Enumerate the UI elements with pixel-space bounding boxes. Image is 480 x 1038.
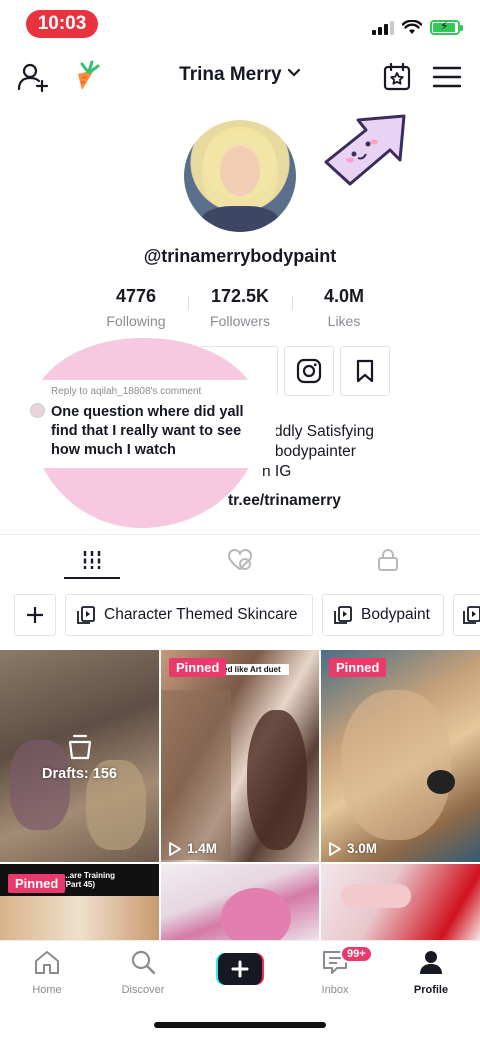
video-tile[interactable]: Pinned 3.0M bbox=[321, 650, 480, 862]
pinned-badge: Pinned bbox=[8, 874, 66, 893]
add-playlist-button[interactable] bbox=[14, 594, 56, 636]
video-tile-drafts[interactable]: Drafts: 156 bbox=[0, 650, 159, 862]
wifi-icon bbox=[402, 20, 422, 34]
nav-profile[interactable]: Profile bbox=[396, 949, 466, 996]
status-icons: ⚡ bbox=[372, 19, 463, 35]
bio-line: n bodypainter bbox=[262, 443, 356, 460]
nav-label: Profile bbox=[413, 984, 449, 996]
stat-likes[interactable]: 4.0M Likes bbox=[292, 286, 396, 329]
home-indicator bbox=[154, 1022, 326, 1028]
plus-icon bbox=[27, 607, 43, 623]
battery-icon: ⚡ bbox=[430, 19, 463, 35]
video-caption: ...are Training (Part 45) bbox=[63, 871, 116, 889]
active-tab-indicator bbox=[64, 577, 120, 579]
tab-liked[interactable] bbox=[210, 540, 270, 580]
grid-icon bbox=[83, 551, 101, 569]
reply-comment-text: One question where did yall find that I … bbox=[51, 404, 244, 458]
nav-discover[interactable]: Discover bbox=[108, 949, 178, 996]
nav-label: Discover bbox=[121, 984, 165, 996]
stat-following[interactable]: 4776 Following bbox=[84, 286, 188, 329]
profile-stats: 4776 Following 172.5K Followers 4.0M Lik… bbox=[84, 286, 396, 329]
chevron-down-icon bbox=[287, 68, 300, 77]
drafts-icon bbox=[68, 734, 92, 760]
search-icon bbox=[131, 950, 156, 975]
menu-icon[interactable] bbox=[432, 64, 462, 90]
instagram-button[interactable] bbox=[284, 346, 334, 396]
username: @trinamerrybodypaint bbox=[143, 246, 337, 266]
video-tile[interactable]: ...ked like Art duet Pinned 1.4M bbox=[161, 650, 319, 862]
view-count-value: 1.4M bbox=[187, 841, 218, 856]
home-icon bbox=[35, 951, 59, 974]
lock-icon bbox=[378, 549, 398, 571]
nav-home[interactable]: Home bbox=[12, 949, 82, 996]
play-icon bbox=[329, 841, 341, 856]
stat-value: 4776 bbox=[115, 286, 157, 306]
view-count: 1.4M bbox=[169, 841, 217, 856]
play-icon bbox=[169, 841, 181, 856]
playlist-chip[interactable]: Character Themed Skincare bbox=[65, 594, 313, 636]
video-tile[interactable] bbox=[161, 864, 319, 942]
video-tile[interactable]: ...are Training (Part 45) Pinned bbox=[0, 864, 159, 942]
stat-label: Likes bbox=[327, 313, 361, 329]
status-time: 10:03 bbox=[26, 10, 98, 38]
pinned-badge: Pinned bbox=[169, 658, 227, 677]
drafts-count: Drafts: 156 bbox=[42, 766, 117, 782]
playlist-icon bbox=[77, 606, 95, 624]
nav-label: Home bbox=[32, 984, 62, 996]
calendar-star-icon[interactable] bbox=[382, 62, 412, 92]
bio-line: Oddly Satisfying bbox=[262, 423, 374, 440]
playlist-chip[interactable] bbox=[453, 594, 480, 636]
view-count: 3.0M bbox=[329, 841, 377, 856]
tab-private[interactable] bbox=[358, 540, 418, 580]
playlist-label: Bodypaint bbox=[361, 606, 430, 623]
view-count-value: 3.0M bbox=[347, 841, 378, 856]
top-bar: Trina Merry bbox=[0, 52, 480, 102]
favorites-button[interactable] bbox=[340, 346, 390, 396]
hidden-heart-icon bbox=[227, 548, 253, 571]
signal-icon bbox=[372, 20, 394, 35]
status-bar: 10:03 ⚡ bbox=[0, 0, 480, 52]
playlist-row: Character Themed Skincare Bodypaint bbox=[0, 594, 480, 638]
bio-link[interactable]: tr.ee/trinamerry bbox=[228, 492, 341, 510]
inbox-badge: 99+ bbox=[340, 945, 373, 963]
instagram-icon bbox=[296, 358, 322, 384]
profile-name: Trina Merry bbox=[179, 64, 282, 85]
stat-label: Followers bbox=[210, 313, 270, 329]
profile-avatar[interactable] bbox=[184, 120, 296, 232]
create-button[interactable] bbox=[216, 953, 264, 985]
stat-value: 172.5K bbox=[210, 286, 270, 306]
divider bbox=[0, 534, 480, 535]
playlist-chip[interactable]: Bodypaint bbox=[322, 594, 444, 636]
playlist-icon bbox=[463, 606, 480, 624]
pinned-badge: Pinned bbox=[329, 658, 387, 677]
arrow-sticker bbox=[324, 114, 406, 186]
playlist-label: Character Themed Skincare bbox=[104, 606, 298, 623]
video-tile[interactable] bbox=[321, 864, 480, 942]
stat-value: 4.0M bbox=[323, 286, 365, 306]
commenter-avatar bbox=[30, 403, 45, 418]
stat-label: Following bbox=[106, 313, 166, 329]
profile-icon bbox=[420, 951, 442, 974]
bio-line: n IG bbox=[262, 463, 292, 480]
stat-followers[interactable]: 172.5K Followers bbox=[188, 286, 292, 329]
bookmark-icon bbox=[356, 359, 374, 383]
playlist-icon bbox=[334, 606, 352, 624]
nav-label: Inbox bbox=[321, 984, 349, 996]
reply-meta: Reply to aqilah_18808's comment bbox=[51, 386, 202, 397]
tab-videos[interactable] bbox=[62, 540, 122, 580]
profile-bio: Oddly Satisfying n bodypainter n IG bbox=[262, 422, 374, 482]
